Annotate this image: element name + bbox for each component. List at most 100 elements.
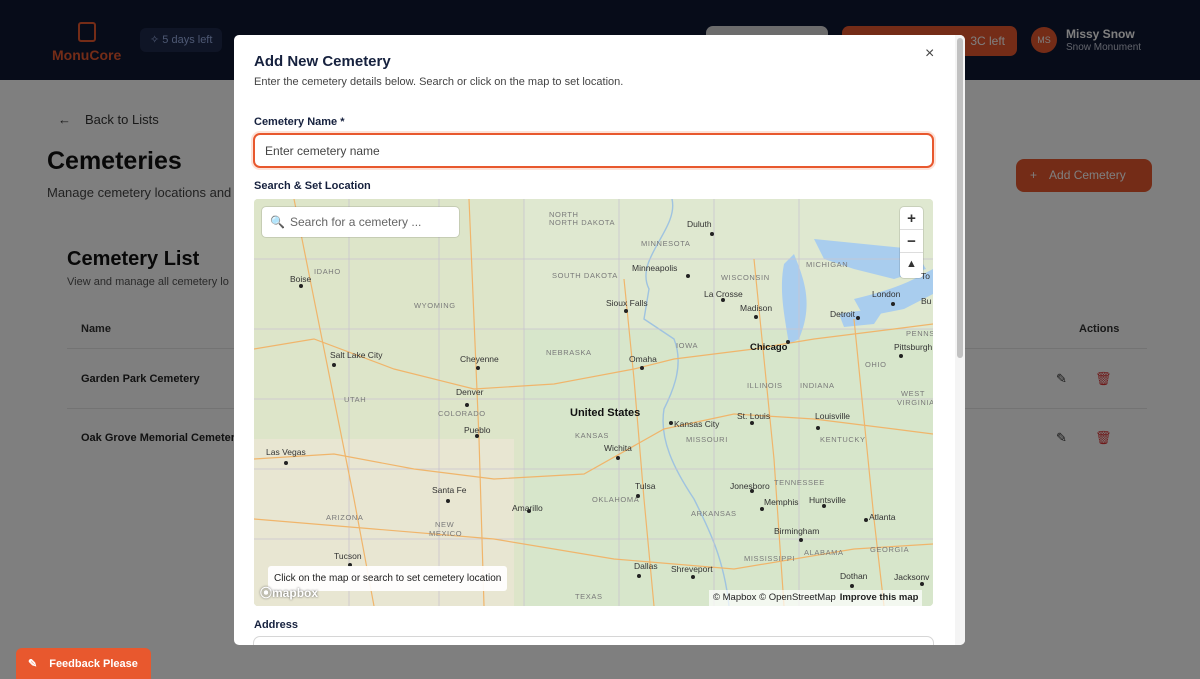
map-region-label: TEXAS [575,592,603,601]
map[interactable]: 🔍 Search for a cemetery ... + − ▲ NORTH N… [254,199,933,606]
cemetery-name-input[interactable] [253,133,934,168]
zoom-out-button[interactable]: − [900,230,923,253]
feedback-button[interactable]: ✎ Feedback Please [16,648,151,679]
city-label: London [872,289,901,299]
map-region-label: KANSAS [575,431,610,440]
city-label: Duluth [687,219,712,229]
city-label: Denver [456,387,484,397]
address-label: Address [254,619,299,631]
city-label: Madison [740,303,773,313]
city-label: Bu [921,296,932,306]
map-region-label: ALABAMA [804,548,844,557]
map-region-label: MISSOURI [686,435,728,444]
map-region-label: MISSISSIPPI [744,554,796,563]
city-dot [754,315,758,319]
modal-title: Add New Cemetery [254,53,391,70]
map-region-label: IOWA [676,341,699,350]
map-region-label: NEW [435,520,455,529]
city-label: Pittsburgh [894,342,933,352]
city-label: Wichita [604,443,632,453]
city-label: Minneapolis [632,263,678,273]
city-label: Dothan [840,571,868,581]
city-label: Amarillo [512,503,543,513]
city-label: Chicago [750,342,788,353]
city-label: Tucson [334,551,362,561]
modal-scrollbar-thumb[interactable] [957,38,963,358]
map-region-label: IDAHO [314,267,341,276]
city-label: Memphis [764,497,799,507]
mapbox-logo-icon: ⦿ [260,586,273,600]
map-region-label: MICHIGAN [806,260,849,269]
city-label: To [921,271,930,281]
city-label: Louisville [815,411,850,421]
city-dot [760,507,764,511]
map-region-label: VIRGINIA [897,398,933,407]
city-dot [465,403,469,407]
map-region-label: KENTUCKY [820,435,866,444]
map-region-label: OKLAHOMA [592,495,640,504]
map-controls: + − ▲ [900,207,923,278]
map-region-label: UTAH [344,395,367,404]
city-dot [856,316,860,320]
improve-map-link[interactable]: Improve this map [840,592,919,603]
city-dot [284,461,288,465]
search-icon: 🔍 [270,215,285,229]
city-dot [899,354,903,358]
city-label: St. Louis [737,411,771,421]
city-dot [691,575,695,579]
pen-icon: ✎ [28,658,38,670]
map-region-label: MEXICO [429,529,463,538]
city-label: Omaha [629,354,657,364]
city-label: Boise [290,274,312,284]
city-dot [476,366,480,370]
map-region-label: GEORGIA [870,545,910,554]
city-dot [640,366,644,370]
city-label: Atlanta [869,512,896,522]
city-dot [624,309,628,313]
city-dot [299,284,303,288]
map-region-label: WEST [901,389,926,398]
compass-icon[interactable]: ▲ [900,253,923,276]
city-label: La Crosse [704,289,743,299]
map-region-label: ILLINOIS [747,381,783,390]
close-icon[interactable]: × [925,46,939,62]
city-label: Cheyenne [460,354,499,364]
map-region-label: COLORADO [438,409,486,418]
city-label: Shreveport [671,564,713,574]
map-region-label: ARIZONA [326,513,364,522]
city-dot [750,421,754,425]
city-label: Salt Lake City [330,350,383,360]
city-dot [637,574,641,578]
city-label: Santa Fe [432,485,467,495]
city-label: Jonesboro [730,481,770,491]
attribution-osm-link[interactable]: © OpenStreetMap [759,592,836,603]
address-input[interactable] [253,636,934,645]
city-dot [686,274,690,278]
location-label: Search & Set Location [254,180,371,192]
map-region-label: INDIANA [800,381,835,390]
city-label: Tulsa [635,481,656,491]
city-label: Birmingham [774,526,820,536]
map-region-label: NEBRASKA [546,348,592,357]
city-dot [799,538,803,542]
map-search-box[interactable]: 🔍 Search for a cemetery ... [262,207,459,237]
map-region-label: MINNESOTA [641,239,691,248]
zoom-in-button[interactable]: + [900,207,923,230]
city-dot [446,499,450,503]
map-attribution: © Mapbox © OpenStreetMap Improve this map [709,590,923,606]
city-label: Jacksonv [894,572,930,582]
map-region-label: NORTH DAKOTA [549,218,616,227]
feedback-label: Feedback Please [49,658,138,670]
mapbox-logo[interactable]: ⦿mapbox [260,584,318,601]
map-region-label: OHIO [865,360,887,369]
map-region-label: ARKANSAS [691,509,737,518]
attribution-mapbox-link[interactable]: © Mapbox [713,592,756,603]
city-label: Detroit [830,309,856,319]
city-label: Sioux Falls [606,298,648,308]
map-region-label: TENNESSEE [774,478,825,487]
city-dot [920,582,924,586]
city-label: Kansas City [674,419,720,429]
add-cemetery-modal: Add New Cemetery Enter the cemetery deta… [234,35,965,645]
city-dot [332,363,336,367]
city-dot [636,494,640,498]
